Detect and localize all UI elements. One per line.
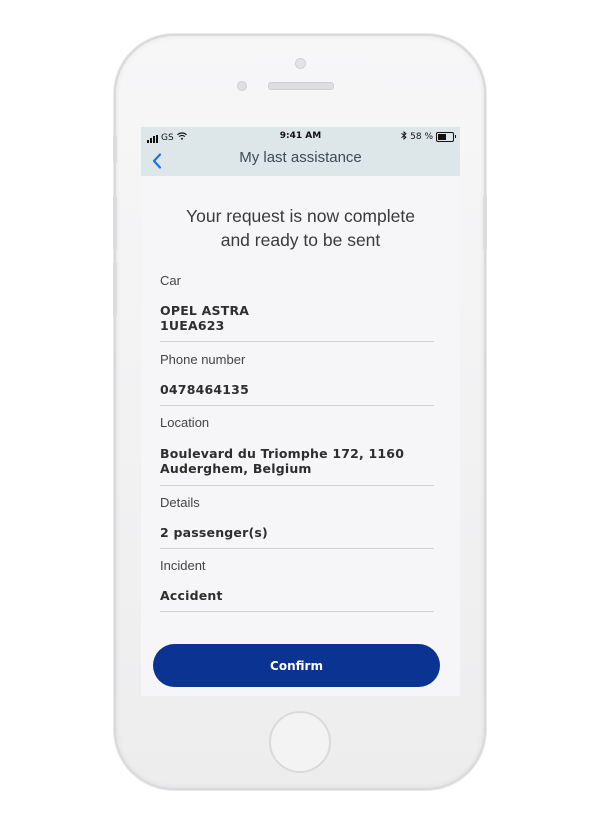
incident-label: Incident	[160, 558, 206, 573]
battery-percentage: 58 %	[410, 132, 433, 142]
incident-field: Incident Accident	[160, 558, 434, 612]
page-title: My last assistance	[239, 149, 362, 166]
car-field: Car OPEL ASTRA 1UEA623	[160, 273, 434, 342]
location-field: Location Boulevard du Triomphe 172, 1160…	[160, 415, 434, 486]
home-button[interactable]	[269, 711, 331, 773]
volume-up-button	[113, 196, 117, 250]
headline-line: and ready to be sent	[220, 230, 381, 250]
headline-line: Your request is now complete	[186, 206, 415, 226]
power-button	[483, 196, 487, 250]
volume-down-button	[113, 262, 117, 316]
bluetooth-icon	[401, 130, 407, 143]
phone-number-field: Phone number 0478464135	[160, 352, 434, 406]
phone-number-value: 0478464135	[160, 382, 249, 397]
battery-icon	[436, 132, 456, 142]
mute-switch	[113, 135, 117, 163]
request-summary: Your request is now complete and ready t…	[141, 176, 460, 696]
incident-value: Accident	[160, 588, 223, 603]
location-value: Boulevard du Triomphe 172, 1160 Auderghe…	[160, 446, 405, 476]
car-value: OPEL ASTRA 1UEA623	[160, 303, 250, 333]
navigation-bar: My last assistance	[141, 147, 460, 176]
car-label: Car	[160, 273, 181, 288]
phone-number-label: Phone number	[160, 352, 246, 367]
details-value: 2 passenger(s)	[160, 525, 268, 540]
phone-screen: GS 9:41 AM 58 % My last assistance Your …	[141, 127, 460, 696]
status-bar: GS 9:41 AM 58 %	[141, 127, 460, 147]
confirm-button[interactable]: Confirm	[153, 644, 440, 687]
details-label: Details	[160, 495, 200, 510]
earpiece-speaker	[268, 82, 334, 90]
location-label: Location	[160, 415, 210, 430]
front-camera	[237, 81, 247, 91]
completion-headline: Your request is now complete and ready t…	[151, 204, 450, 252]
sensor-dot	[295, 58, 306, 69]
details-field: Details 2 passenger(s)	[160, 495, 434, 549]
